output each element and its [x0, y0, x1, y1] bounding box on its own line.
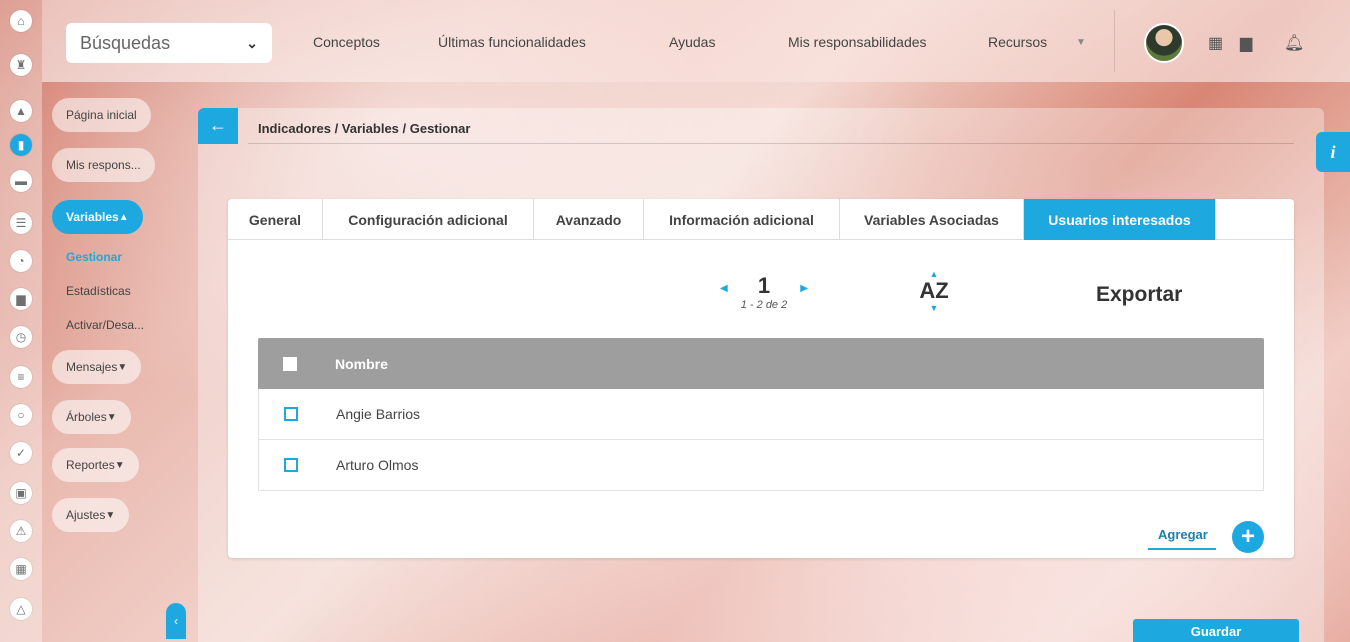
column-header-nombre: Nombre	[335, 355, 388, 372]
home-icon[interactable]: ⌂	[10, 10, 32, 32]
sidebar-item-label: Mensajes	[66, 360, 118, 374]
search-select-label: Búsquedas	[80, 32, 171, 53]
network-icon[interactable]: △	[10, 598, 32, 620]
tab-variables-asociadas[interactable]: Variables Asociadas	[840, 199, 1024, 240]
pagination: ◀ 1 ▶ 1 - 2 de 2	[714, 273, 814, 311]
sort-control[interactable]: ▲ AZ ▼	[916, 269, 952, 313]
sidebar-item-reportes[interactable]: Reportes ▼	[52, 448, 139, 482]
add-user-link[interactable]: Agregar	[1148, 527, 1216, 550]
sort-label: AZ	[919, 278, 949, 303]
caret-down-icon: ▼	[105, 509, 116, 521]
collapse-sidebar-button[interactable]: ‹	[166, 603, 186, 639]
top-bar: Búsquedas ⌄ Conceptos Últimas funcionali…	[42, 0, 1350, 82]
row-checkbox[interactable]	[284, 407, 298, 421]
tab-avanzado[interactable]: Avanzado	[534, 199, 644, 240]
clock-icon[interactable]: ◷	[10, 326, 32, 348]
users-table: Nombre Angie Barrios Arturo Olmos	[258, 338, 1264, 491]
nav-ayudas[interactable]: Ayudas	[669, 34, 715, 50]
tab-usuarios-interesados[interactable]: Usuarios interesados	[1024, 199, 1216, 240]
sidebar-item-responsibilities[interactable]: Mis respons...	[52, 148, 155, 182]
sidebar-item-home[interactable]: Página inicial	[52, 98, 151, 132]
breadcrumb: Indicadores / Variables / Gestionar	[258, 121, 471, 136]
cycle-icon[interactable]: ○	[10, 404, 32, 426]
add-user-button[interactable]: +	[1232, 521, 1264, 553]
sidebar-link-activar[interactable]: Activar/Desa...	[66, 318, 144, 332]
calendar-icon[interactable]: ▦	[10, 558, 32, 580]
page-number: 1	[757, 273, 771, 298]
caret-up-icon: ▲	[118, 211, 129, 223]
recursos-caret-icon[interactable]: ▼	[1076, 37, 1086, 48]
tab-informacion-adicional[interactable]: Información adicional	[644, 199, 840, 240]
sidebar-item-ajustes[interactable]: Ajustes ▼	[52, 498, 130, 532]
back-button[interactable]: ←	[198, 108, 238, 144]
content-card: General Configuración adicional Avanzado…	[228, 199, 1294, 558]
sidebar-item-label: Mis respons...	[66, 158, 141, 172]
presentation-icon[interactable]: ▬	[10, 170, 32, 192]
folder-icon[interactable]: ▆	[1240, 33, 1252, 53]
caret-down-icon: ▼	[117, 361, 128, 373]
check-icon[interactable]: ✓	[10, 442, 32, 464]
breadcrumb-divider	[248, 143, 1294, 144]
caret-down-icon: ▼	[106, 411, 117, 423]
caret-down-icon: ▼	[114, 459, 125, 471]
top-divider	[1114, 10, 1115, 72]
folder-icon[interactable]: ▆	[10, 288, 32, 310]
pyramid-icon[interactable]: ▲	[10, 100, 32, 122]
table-row: Arturo Olmos	[258, 440, 1264, 491]
export-button[interactable]: Exportar	[1096, 283, 1182, 307]
nav-mis-responsabilidades[interactable]: Mis responsabilidades	[788, 34, 927, 50]
tower-icon[interactable]: ♜	[10, 54, 32, 76]
document-icon[interactable]: ≡	[10, 366, 32, 388]
sidebar-item-label: Variables	[66, 210, 119, 224]
sidebar-item-label: Ajustes	[66, 508, 106, 522]
sidebar-item-label: Reportes	[66, 458, 115, 472]
sidebar-item-arboles[interactable]: Árboles ▼	[52, 400, 131, 434]
table-header: Nombre	[258, 338, 1264, 389]
tab-general[interactable]: General	[228, 199, 323, 240]
nav-recursos[interactable]: Recursos	[988, 34, 1047, 50]
page-range: 1 - 2 de 2	[740, 299, 788, 311]
bell-icon[interactable]: 🔔︎	[1284, 33, 1304, 53]
tab-configuracion-adicional[interactable]: Configuración adicional	[323, 199, 534, 240]
row-checkbox[interactable]	[284, 458, 298, 472]
sidebar-item-label: Árboles	[66, 410, 107, 424]
table-cell-name: Angie Barrios	[336, 406, 421, 422]
indicators-icon[interactable]: ▮	[10, 134, 32, 156]
list-icon[interactable]: ☰	[10, 212, 32, 234]
avatar[interactable]	[1144, 23, 1184, 63]
chevron-down-icon: ⌄	[246, 34, 258, 51]
table-row: Angie Barrios	[258, 389, 1264, 440]
calendar-icon[interactable]: ▦	[1208, 33, 1223, 53]
sidebar-link-estadisticas[interactable]: Estadísticas	[66, 284, 131, 298]
sidebar-item-variables[interactable]: Variables ▲	[52, 200, 143, 234]
table-cell-name: Arturo Olmos	[336, 457, 419, 473]
tab-bar: General Configuración adicional Avanzado…	[228, 199, 1294, 240]
warning-icon[interactable]: ⚠	[10, 520, 32, 542]
icon-rail: ⌂ ♜ ▲ ▮ ▬ ☰ ◔ ▆ ◷ ≡ ○ ✓ ▣ ⚠ ▦ △	[0, 0, 42, 642]
sort-down-icon[interactable]: ▼	[916, 303, 952, 313]
next-page-icon[interactable]: ▶	[800, 283, 808, 294]
nav-ultimas-funcionalidades[interactable]: Últimas funcionalidades	[438, 34, 586, 50]
pie-chart-icon[interactable]: ◔	[10, 250, 32, 272]
briefcase-icon[interactable]: ▣	[10, 482, 32, 504]
sidebar-item-label: Página inicial	[66, 108, 137, 122]
sidebar-link-gestionar[interactable]: Gestionar	[66, 250, 122, 264]
save-button[interactable]: Guardar	[1133, 619, 1299, 642]
info-button[interactable]: i	[1316, 132, 1350, 172]
prev-page-icon[interactable]: ◀	[720, 283, 728, 294]
select-all-checkbox[interactable]	[283, 356, 297, 371]
nav-conceptos[interactable]: Conceptos	[313, 34, 380, 50]
search-select[interactable]: Búsquedas ⌄	[66, 23, 272, 63]
sidebar-item-mensajes[interactable]: Mensajes ▼	[52, 350, 142, 384]
